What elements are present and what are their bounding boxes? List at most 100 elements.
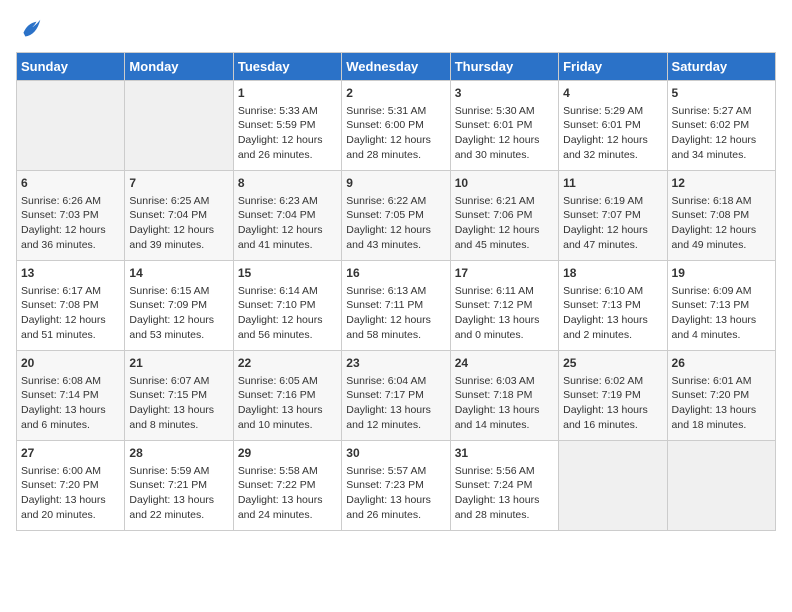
daylight-text: Daylight: 13 hours and 4 minutes. [672, 313, 771, 342]
calendar-day-cell: 4Sunrise: 5:29 AMSunset: 6:01 PMDaylight… [559, 81, 667, 171]
calendar-day-cell: 12 Sunrise: 6:18 AMSunset: 7:08 PMDayligh… [667, 171, 775, 261]
day-number: 11 [563, 175, 662, 192]
weekday-header-cell: Friday [559, 53, 667, 81]
calendar-day-cell [125, 81, 233, 171]
day-number: 23 [346, 355, 445, 372]
sunset-text: Sunset: 7:19 PM [563, 388, 662, 403]
daylight-text: Daylight: 12 hours and 45 minutes. [455, 223, 554, 252]
day-number: 1 [238, 85, 337, 102]
calendar-day-cell: 27Sunrise: 6:00 AMSunset: 7:20 PMDayligh… [17, 441, 125, 531]
sunset-text: Sunset: 7:04 PM [129, 208, 228, 223]
day-number: 15 [238, 265, 337, 282]
daylight-text: Daylight: 12 hours and 41 minutes. [238, 223, 337, 252]
calendar-day-cell: 15Sunrise: 6:14 AMSunset: 7:10 PMDayligh… [233, 261, 341, 351]
daylight-text: Daylight: 12 hours and 53 minutes. [129, 313, 228, 342]
sunrise-text: Sunrise: 6:21 AM [455, 194, 554, 209]
day-number: 2 [346, 85, 445, 102]
sunrise-text: Sunrise: 6:02 AM [563, 374, 662, 389]
sunset-text: Sunset: 7:13 PM [563, 298, 662, 313]
calendar-day-cell: 22Sunrise: 6:05 AMSunset: 7:16 PMDayligh… [233, 351, 341, 441]
sunset-text: Sunset: 7:21 PM [129, 478, 228, 493]
daylight-text: Daylight: 12 hours and 49 minutes. [672, 223, 771, 252]
sunset-text: Sunset: 7:08 PM [21, 298, 120, 313]
calendar-week-row: 1 Sunrise: 5:33 AMSunset: 5:59 PM Daylight… [17, 81, 776, 171]
daylight-text: Daylight: 12 hours and 58 minutes. [346, 313, 445, 342]
weekday-header-cell: Thursday [450, 53, 558, 81]
sunset-text: Sunset: 7:22 PM [238, 478, 337, 493]
daylight-text: Daylight: 12 hours and 43 minutes. [346, 223, 445, 252]
day-number: 7 [129, 175, 228, 192]
daylight-text: Daylight: 13 hours and 16 minutes. [563, 403, 662, 432]
sunrise-text: Sunrise: 5:31 AM [346, 104, 445, 119]
daylight-text: Daylight: 13 hours and 0 minutes. [455, 313, 554, 342]
calendar-day-cell: 10Sunrise: 6:21 AMSunset: 7:06 PMDayligh… [450, 171, 558, 261]
sunrise-text: Sunrise: 6:19 AM [563, 194, 662, 209]
sunset-text: Sunset: 6:00 PM [346, 118, 445, 133]
calendar-week-row: 27Sunrise: 6:00 AMSunset: 7:20 PMDayligh… [17, 441, 776, 531]
daylight-text: Daylight: 13 hours and 2 minutes. [563, 313, 662, 342]
calendar-day-cell: 7Sunrise: 6:25 AMSunset: 7:04 PMDaylight… [125, 171, 233, 261]
sunset-text: Sunset: 7:04 PM [238, 208, 337, 223]
weekday-header-cell: Saturday [667, 53, 775, 81]
sunrise-text: Sunrise: 5:27 AM [672, 104, 771, 119]
sunset-text: Sunset: 7:10 PM [238, 298, 337, 313]
sunrise-text: Sunrise: 6:03 AM [455, 374, 554, 389]
sunset-text: Sunset: 7:03 PM [21, 208, 120, 223]
weekday-header-cell: Tuesday [233, 53, 341, 81]
sunrise-text: Sunrise: 6:15 AM [129, 284, 228, 299]
sunrise-text: Sunrise: 6:11 AM [455, 284, 554, 299]
calendar-day-cell: 30Sunrise: 5:57 AMSunset: 7:23 PMDayligh… [342, 441, 450, 531]
sunrise-text: Sunrise: 6:04 AM [346, 374, 445, 389]
calendar-day-cell: 11Sunrise: 6:19 AMSunset: 7:07 PMDayligh… [559, 171, 667, 261]
sunset-text: Sunset: 7:06 PM [455, 208, 554, 223]
sunset-text: Sunset: 7:17 PM [346, 388, 445, 403]
sunset-text: Sunset: 7:20 PM [672, 388, 771, 403]
daylight-text: Daylight: 12 hours and 51 minutes. [21, 313, 120, 342]
weekday-header-cell: Sunday [17, 53, 125, 81]
calendar-day-cell [667, 441, 775, 531]
daylight-text: Daylight: 13 hours and 28 minutes. [455, 493, 554, 522]
sunrise-text: Sunrise: 5:30 AM [455, 104, 554, 119]
daylight-text: Daylight: 12 hours and 56 minutes. [238, 313, 337, 342]
calendar-week-row: 13Sunrise: 6:17 AMSunset: 7:08 PMDayligh… [17, 261, 776, 351]
daylight-text: Daylight: 12 hours and 34 minutes. [672, 133, 771, 162]
sunset-text: Sunset: 7:05 PM [346, 208, 445, 223]
calendar-day-cell: 23Sunrise: 6:04 AMSunset: 7:17 PMDayligh… [342, 351, 450, 441]
sunset-text: Sunset: 7:13 PM [672, 298, 771, 313]
sunset-text: Sunset: 7:12 PM [455, 298, 554, 313]
daylight-text: Daylight: 12 hours and 32 minutes. [563, 133, 662, 162]
sunrise-text: Sunrise: 6:01 AM [672, 374, 771, 389]
sunrise-text: Sunrise: 5:57 AM [346, 464, 445, 479]
day-number: 4 [563, 85, 662, 102]
calendar-day-cell [17, 81, 125, 171]
sunrise-text: Sunrise: 5:33 AM [238, 104, 337, 119]
logo-bird-icon [16, 16, 44, 44]
sunrise-text: Sunrise: 6:00 AM [21, 464, 120, 479]
sunrise-text: Sunrise: 6:18 AM [672, 194, 771, 209]
calendar-day-cell: 24Sunrise: 6:03 AMSunset: 7:18 PMDayligh… [450, 351, 558, 441]
sunset-text: Sunset: 7:08 PM [672, 208, 771, 223]
day-number: 12 [672, 175, 771, 192]
sunrise-text: Sunrise: 6:22 AM [346, 194, 445, 209]
calendar-day-cell: 1Sunrise: 5:33 AMSunset: 5:59 PMDaylight… [233, 81, 341, 171]
sunset-text: Sunset: 7:20 PM [21, 478, 120, 493]
sunset-text: Sunset: 5:59 PM [238, 118, 337, 133]
weekday-header-cell: Monday [125, 53, 233, 81]
sunrise-text: Sunrise: 6:08 AM [21, 374, 120, 389]
day-number: 18 [563, 265, 662, 282]
logo [16, 16, 48, 44]
day-number: 30 [346, 445, 445, 462]
day-number: 16 [346, 265, 445, 282]
sunset-text: Sunset: 6:01 PM [455, 118, 554, 133]
calendar-day-cell: 28Sunrise: 5:59 AMSunset: 7:21 PMDayligh… [125, 441, 233, 531]
daylight-text: Daylight: 13 hours and 6 minutes. [21, 403, 120, 432]
sunrise-text: Sunrise: 6:09 AM [672, 284, 771, 299]
calendar-day-cell: 18Sunrise: 6:10 AMSunset: 7:13 PMDayligh… [559, 261, 667, 351]
daylight-text: Daylight: 13 hours and 8 minutes. [129, 403, 228, 432]
sunrise-text: Sunrise: 6:13 AM [346, 284, 445, 299]
sunset-text: Sunset: 7:07 PM [563, 208, 662, 223]
day-number: 25 [563, 355, 662, 372]
calendar-day-cell: 19Sunrise: 6:09 AMSunset: 7:13 PMDayligh… [667, 261, 775, 351]
day-number: 21 [129, 355, 228, 372]
day-number: 6 [21, 175, 120, 192]
